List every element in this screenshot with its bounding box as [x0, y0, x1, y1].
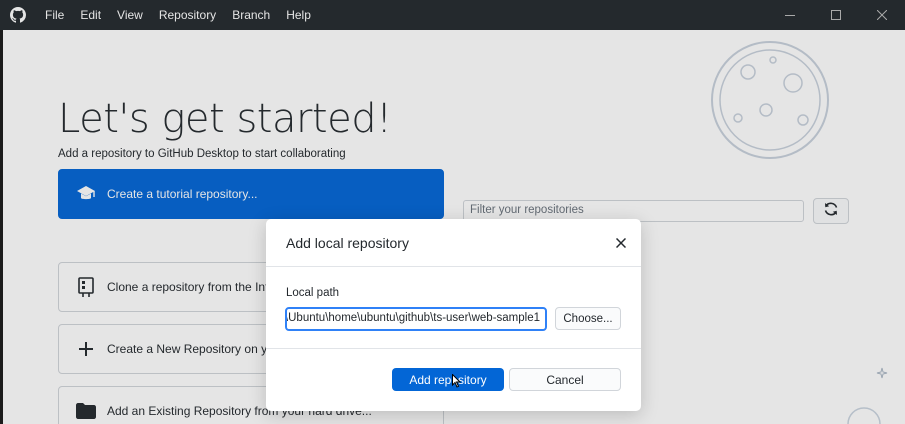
add-repository-button[interactable]: Add repository — [392, 368, 504, 391]
local-path-value: \\wsl.localhost\Ubuntu\home\ubuntu\githu… — [285, 312, 540, 324]
local-path-input[interactable]: \\wsl.localhost\Ubuntu\home\ubuntu\githu… — [285, 307, 547, 331]
dialog-title: Add local repository — [286, 234, 409, 251]
local-path-label: Local path — [286, 287, 340, 299]
planet-decoration-icon — [844, 400, 884, 424]
mouse-pointer-icon — [452, 373, 462, 393]
dialog-header: Add local repository — [266, 219, 641, 267]
close-icon[interactable] — [611, 233, 631, 253]
choose-button[interactable]: Choose... — [555, 307, 621, 330]
star-decoration-icon — [876, 366, 888, 384]
add-local-repo-dialog: Add local repository Local path \\wsl.lo… — [266, 219, 641, 411]
dialog-body: Local path \\wsl.localhost\Ubuntu\home\u… — [266, 267, 641, 349]
cancel-button[interactable]: Cancel — [509, 368, 621, 391]
